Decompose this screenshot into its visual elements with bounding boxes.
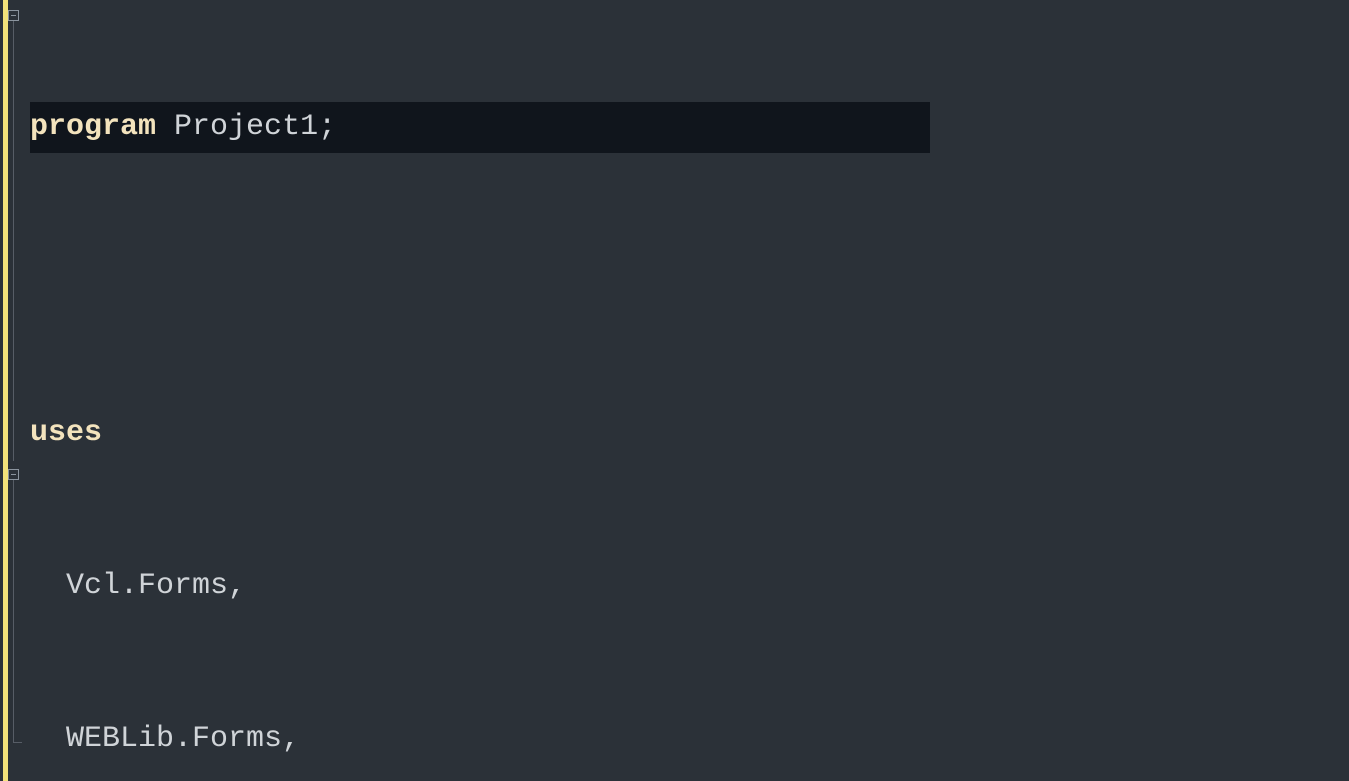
code-area[interactable]: program Project1; uses Vcl.Forms, WEBLib… [20, 0, 930, 781]
keyword-program: program [30, 110, 156, 144]
keyword-uses: uses [30, 416, 102, 450]
fold-toggle-icon[interactable] [8, 469, 19, 480]
code-line[interactable]: WEBLib.Forms, [30, 714, 930, 765]
fold-toggle-icon[interactable] [8, 10, 19, 21]
code-editor[interactable]: program Project1; uses Vcl.Forms, WEBLib… [0, 0, 1349, 781]
code-line[interactable]: program Project1; [30, 102, 930, 153]
fold-guide-line [13, 21, 14, 461]
fold-guide-line [13, 480, 14, 742]
identifier: Project1 [174, 110, 318, 144]
semicolon: ; [318, 110, 336, 144]
unit-ref: Vcl.Forms, [66, 569, 246, 603]
code-line[interactable] [30, 255, 930, 306]
code-line[interactable]: Vcl.Forms, [30, 561, 930, 612]
fold-end-icon [13, 742, 22, 743]
code-line[interactable]: uses [30, 408, 930, 459]
modification-indicator [3, 0, 8, 781]
unit-ref: WEBLib.Forms, [66, 722, 300, 756]
editor-gutter [0, 0, 20, 781]
